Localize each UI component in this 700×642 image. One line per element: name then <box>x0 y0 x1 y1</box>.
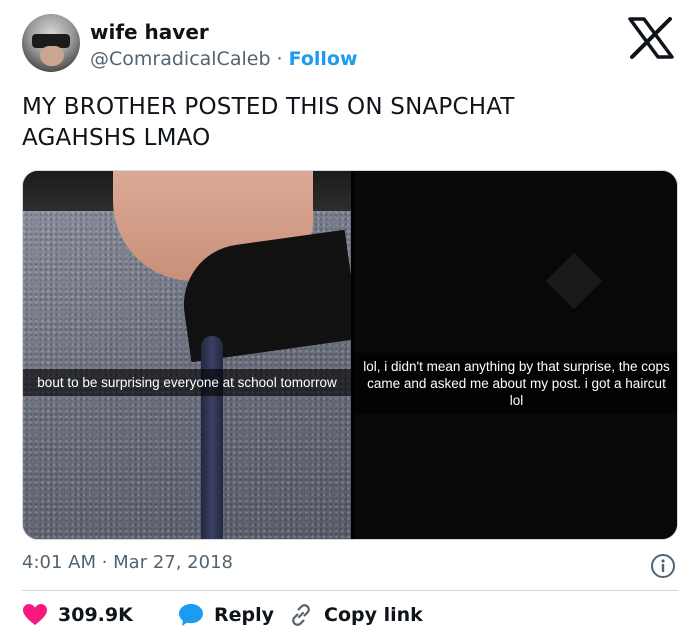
tweet-text: MY BROTHER POSTED THIS ON SNAPCHAT AGAHS… <box>22 92 662 154</box>
photo-right[interactable]: lol, i didn't mean anything by that surp… <box>354 171 677 539</box>
copy-link-label: Copy link <box>324 604 423 626</box>
drawstring-shape <box>201 336 223 539</box>
tweet-card: wife haver @ComradicalCaleb · Follow MY … <box>0 0 700 642</box>
avatar[interactable] <box>22 14 80 72</box>
reply-button[interactable]: Reply <box>178 600 274 630</box>
x-logo-icon[interactable] <box>626 16 676 60</box>
author-name[interactable]: wife haver <box>90 20 209 44</box>
author-handle[interactable]: @ComradicalCaleb <box>90 48 271 70</box>
author-handle-row: @ComradicalCaleb · Follow <box>90 48 358 70</box>
snap-caption-left: bout to be surprising everyone at school… <box>23 369 351 396</box>
tweet-text-line-2: AGAHSHS LMAO <box>22 125 211 151</box>
media-grid: bout to be surprising everyone at school… <box>22 170 678 540</box>
tweet-timestamp[interactable]: 4:01 AM · Mar 27, 2018 <box>22 552 233 573</box>
photo-left[interactable]: bout to be surprising everyone at school… <box>23 171 351 539</box>
copy-link-button[interactable]: Copy link <box>288 600 423 630</box>
divider <box>22 590 678 591</box>
like-button[interactable]: 309.9K <box>22 600 133 630</box>
tweet-text-line-1: MY BROTHER POSTED THIS ON SNAPCHAT <box>22 94 515 120</box>
info-icon[interactable] <box>650 553 676 579</box>
reply-label: Reply <box>214 604 275 626</box>
snap-caption-right: lol, i didn't mean anything by that surp… <box>354 353 677 414</box>
link-icon <box>292 604 310 626</box>
dark-highlight-shape <box>545 252 603 310</box>
speech-bubble-icon <box>179 604 203 626</box>
like-count: 309.9K <box>58 604 133 626</box>
heart-icon <box>23 604 47 625</box>
follow-button[interactable]: Follow <box>289 48 358 70</box>
handle-separator: · <box>270 48 289 70</box>
avatar-face-shape <box>40 46 64 66</box>
